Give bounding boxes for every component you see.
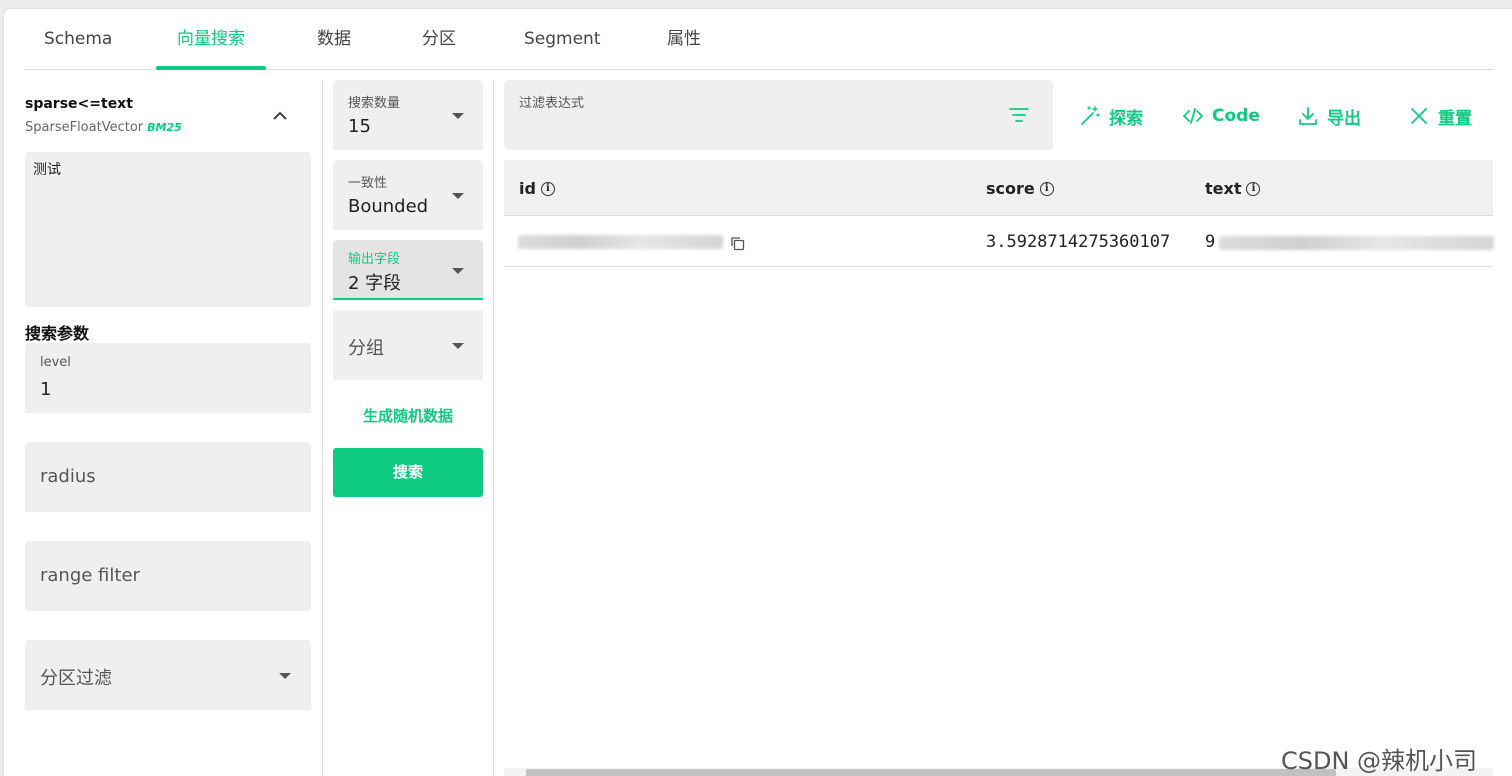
export-button[interactable]: 导出 <box>1297 103 1361 129</box>
chevron-up-icon[interactable] <box>270 106 290 126</box>
radius-field[interactable]: radius <box>25 442 311 512</box>
radius-placeholder: radius <box>40 466 96 487</box>
active-tab-indicator <box>156 66 266 70</box>
chevron-down-icon <box>279 673 291 679</box>
vector-field-type-label: SparseFloatVector <box>25 120 144 135</box>
filter-expression-input[interactable]: 过滤表达式 <box>504 80 1053 150</box>
score-cell: 3.5928714275360107 <box>986 232 1171 252</box>
chevron-down-icon <box>452 268 464 274</box>
chevron-down-icon <box>452 193 464 199</box>
export-label: 导出 <box>1327 108 1361 129</box>
code-label: Code <box>1212 106 1260 126</box>
main-panel: Schema 向量搜索 数据 分区 Segment 属性 sparse<=tex… <box>3 8 1512 776</box>
table-row[interactable]: 3.5928714275360107 9 <box>504 217 1494 267</box>
redacted-text <box>1219 236 1494 250</box>
explore-button[interactable]: 探索 <box>1079 103 1143 129</box>
chevron-down-icon <box>452 343 464 349</box>
download-icon <box>1299 107 1317 125</box>
metric-badge: BM25 <box>147 121 182 134</box>
consistency-select[interactable]: 一致性 Bounded <box>333 160 483 230</box>
column-header-id[interactable]: id i <box>519 179 555 198</box>
results-table-header: id i score i text i <box>504 160 1493 216</box>
info-icon[interactable]: i <box>1039 181 1054 196</box>
redacted-id <box>518 235 723 249</box>
scrollbar-thumb[interactable] <box>526 769 1336 776</box>
search-button[interactable]: 搜索 <box>333 448 483 497</box>
group-by-select[interactable]: 分组 <box>333 310 483 380</box>
level-label: level <box>40 355 71 370</box>
tab-vector-search[interactable]: 向量搜索 <box>156 9 266 70</box>
column-header-label: id <box>519 179 536 198</box>
tab-bar: Schema 向量搜索 数据 分区 Segment 属性 <box>24 9 1494 70</box>
column-header-label: text <box>1205 179 1242 198</box>
tab-schema[interactable]: Schema <box>44 9 112 69</box>
code-icon <box>1183 108 1203 124</box>
watermark: CSDN @辣机小司 <box>1281 747 1478 775</box>
tab-segment[interactable]: Segment <box>524 9 601 69</box>
chevron-down-icon <box>452 113 464 119</box>
reset-label: 重置 <box>1438 108 1472 129</box>
generate-random-data-button[interactable]: 生成随机数据 <box>333 405 483 426</box>
column-divider <box>493 80 494 776</box>
code-button[interactable]: Code <box>1182 103 1260 129</box>
level-value: 1 <box>40 379 52 400</box>
consistency-value: Bounded <box>348 196 429 217</box>
magic-wand-icon <box>1081 106 1100 125</box>
consistency-label: 一致性 <box>348 176 388 191</box>
info-icon[interactable]: i <box>540 181 555 196</box>
column-divider <box>322 80 323 776</box>
query-text-input[interactable]: 测试 <box>25 152 311 307</box>
text-cell: 9 <box>1205 232 1216 252</box>
close-icon <box>1411 108 1427 124</box>
output-fields-label: 输出字段 <box>348 252 401 267</box>
partition-filter-select[interactable]: 分区过滤 <box>25 640 311 710</box>
copy-icon[interactable] <box>730 236 745 251</box>
filter-expression-label: 过滤表达式 <box>519 96 585 111</box>
column-header-score[interactable]: score i <box>986 179 1054 198</box>
output-fields-value: 2 字段 <box>348 273 402 294</box>
tab-properties[interactable]: 属性 <box>666 9 702 69</box>
reset-button[interactable]: 重置 <box>1408 103 1472 129</box>
column-header-text[interactable]: text i <box>1205 179 1261 198</box>
vector-field-name: sparse<=text <box>25 96 133 112</box>
topk-value: 15 <box>348 116 371 137</box>
topk-label: 搜索数量 <box>348 96 401 111</box>
output-fields-select[interactable]: 输出字段 2 字段 <box>333 240 483 300</box>
range-filter-field[interactable]: range filter <box>25 541 311 611</box>
vector-field-type: SparseFloatVector BM25 <box>25 120 182 135</box>
partition-filter-placeholder: 分区过滤 <box>40 668 112 689</box>
info-icon[interactable]: i <box>1246 181 1261 196</box>
group-by-placeholder: 分组 <box>348 338 384 359</box>
tab-partitions[interactable]: 分区 <box>421 9 457 69</box>
range-filter-placeholder: range filter <box>40 565 140 586</box>
explore-label: 探索 <box>1109 108 1143 129</box>
topk-select[interactable]: 搜索数量 15 <box>333 80 483 150</box>
tab-vector-search-label: 向量搜索 <box>177 29 245 49</box>
tab-data[interactable]: 数据 <box>316 9 352 69</box>
column-header-label: score <box>986 179 1035 198</box>
filter-icon[interactable] <box>1008 106 1030 124</box>
level-field[interactable]: level 1 <box>25 343 311 413</box>
search-params-title: 搜索参数 <box>25 324 90 343</box>
